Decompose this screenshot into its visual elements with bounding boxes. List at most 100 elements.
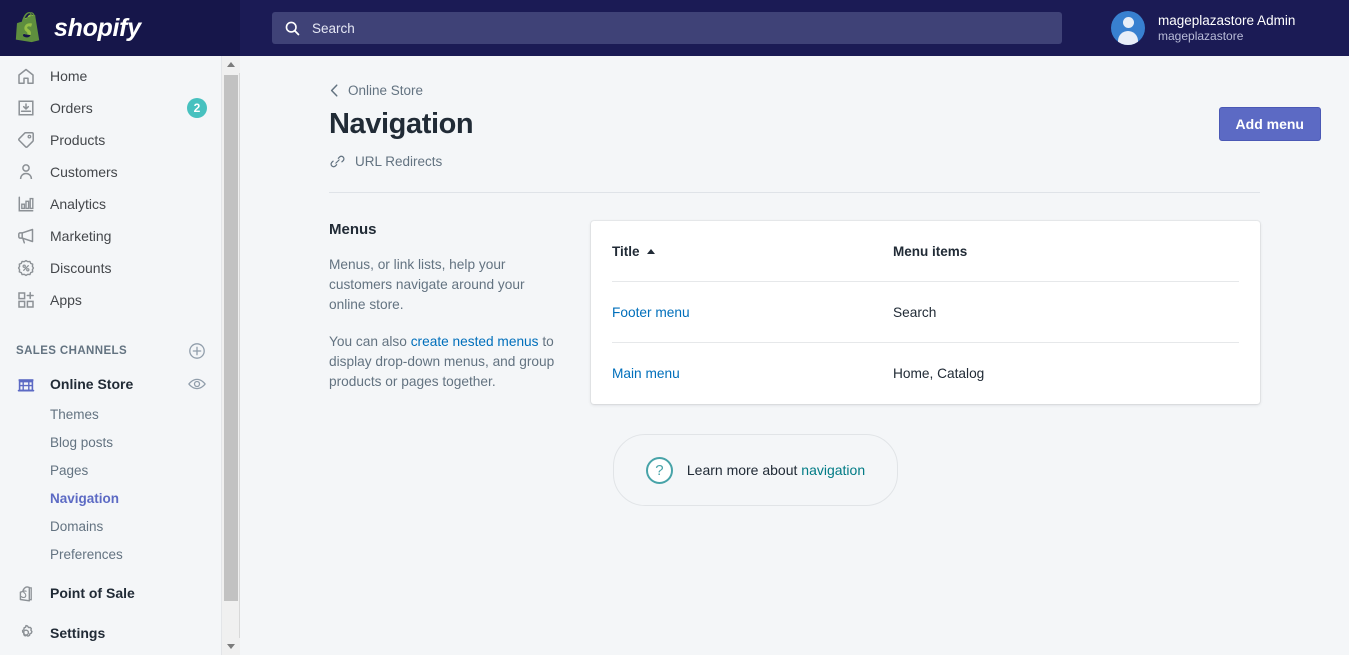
sales-channels-title: SALES CHANNELS [16, 345, 128, 357]
sidebar-sub-label: Domains [50, 518, 104, 534]
sidebar-item-label: Discounts [50, 260, 112, 276]
sidebar-item-label: Orders [50, 100, 93, 116]
sidebar-sub-label: Preferences [50, 546, 123, 562]
sidebar-sub-label: Blog posts [50, 434, 114, 450]
sidebar-item-label: Customers [50, 164, 118, 180]
breadcrumb[interactable]: Online Store [329, 83, 1329, 98]
plus-circle-icon[interactable] [187, 341, 207, 361]
menus-table-card: Title Menu items Footer menu Search Main… [591, 221, 1260, 404]
sidebar-item-label: Analytics [50, 196, 107, 212]
title-row: Navigation Add menu [329, 107, 1329, 141]
column-header-menu-items[interactable]: Menu items [893, 244, 1239, 259]
sidebar-item-pages[interactable]: Pages [0, 456, 221, 484]
eye-icon[interactable] [187, 374, 207, 394]
create-nested-menus-link[interactable]: create nested menus [411, 334, 539, 349]
column-header-title[interactable]: Title [612, 244, 893, 259]
sidebar-item-label: Marketing [50, 228, 112, 244]
table-header-row: Title Menu items [612, 221, 1239, 282]
sidebar: Home Orders 2 Products Customers Analyti… [0, 56, 222, 655]
scroll-down-arrow[interactable] [222, 638, 240, 655]
sidebar-item-discounts[interactable]: Discounts [0, 252, 221, 284]
table-row[interactable]: Main menu Home, Catalog [612, 343, 1239, 404]
chevron-left-icon [330, 84, 338, 97]
sidebar-item-analytics[interactable]: Analytics [0, 188, 221, 220]
sidebar-item-home[interactable]: Home [0, 60, 221, 92]
search-input[interactable]: Search [272, 12, 1062, 44]
scrollbar-thumb[interactable] [224, 75, 238, 601]
page-title: Navigation [329, 108, 474, 140]
user-menu[interactable]: mageplazastore Admin mageplazastore [1090, 0, 1349, 56]
sidebar-sub-label: Navigation [50, 490, 120, 506]
table-row[interactable]: Footer menu Search [612, 282, 1239, 343]
bar-chart-icon [18, 196, 34, 212]
learn-more-prefix: Learn more about [686, 462, 802, 478]
sidebar-item-apps[interactable]: Apps [0, 284, 221, 316]
sidebar-item-themes[interactable]: Themes [0, 400, 221, 428]
url-redirects-label: URL Redirects [355, 154, 443, 169]
menus-description-panel: Menus Menus, or link lists, help your cu… [329, 221, 591, 506]
home-icon [18, 68, 34, 84]
shopify-pos-icon [19, 586, 32, 602]
sidebar-item-orders[interactable]: Orders 2 [0, 92, 221, 124]
sort-ascending-caret [646, 248, 655, 254]
sidebar-item-customers[interactable]: Customers [0, 156, 221, 188]
sidebar-item-settings[interactable]: Settings [0, 617, 221, 649]
sidebar-item-navigation[interactable]: Navigation [0, 484, 221, 512]
sidebar-item-marketing[interactable]: Marketing [0, 220, 221, 252]
brand-home-link[interactable]: shopify [0, 0, 240, 56]
sidebar-item-label: Apps [50, 292, 82, 308]
add-menu-button[interactable]: Add menu [1218, 107, 1321, 141]
question-mark-circle-icon: ? [645, 456, 673, 484]
sidebar-item-label: Point of Sale [50, 585, 135, 601]
search-zone: Search [240, 0, 1090, 56]
user-avatar [1111, 11, 1145, 45]
menus-paragraph-1: Menus, or link lists, help your customer… [329, 257, 525, 312]
orders-count-badge: 2 [187, 98, 207, 118]
menu-items-cell: Search [893, 304, 937, 320]
tag-icon [18, 132, 34, 148]
gear-icon [21, 624, 33, 637]
sidebar-item-point-of-sale[interactable]: Point of Sale [0, 577, 221, 609]
breadcrumb-label: Online Store [348, 83, 424, 98]
shopify-bag-logo [15, 12, 40, 43]
learn-more-banner[interactable]: ? Learn more about navigation [612, 434, 899, 506]
person-icon [19, 164, 33, 180]
menus-table-column: Title Menu items Footer menu Search Main… [591, 221, 1260, 506]
discount-icon [17, 259, 35, 277]
sales-channels-header: SALES CHANNELS [0, 334, 221, 368]
sidebar-item-products[interactable]: Products [0, 124, 221, 156]
sidebar-scrollbar[interactable] [222, 56, 240, 655]
sidebar-sub-label: Themes [50, 406, 99, 422]
sidebar-item-label: Settings [50, 625, 106, 641]
scroll-up-arrow[interactable] [222, 56, 240, 73]
main-content: Online Store Navigation Add menu URL Red… [241, 56, 1349, 655]
column-header-title-label: Title [612, 243, 640, 259]
menus-heading: Menus [329, 221, 377, 238]
brand-wordmark: shopify [54, 13, 141, 42]
sidebar-item-preferences[interactable]: Preferences [0, 540, 221, 568]
body-grid: Menus Menus, or link lists, help your cu… [241, 193, 1349, 506]
top-bar: shopify Search mageplazastore Admin mage… [0, 0, 1349, 56]
sidebar-item-online-store[interactable]: Online Store [0, 368, 221, 400]
user-store-name: mageplazastore [1158, 28, 1244, 43]
menu-title-link[interactable]: Footer menu [612, 305, 893, 320]
link-icon [330, 155, 345, 168]
apps-plus-icon [18, 291, 34, 308]
sidebar-item-label: Home [50, 68, 88, 84]
sidebar-item-domains[interactable]: Domains [0, 512, 221, 540]
search-placeholder: Search [312, 20, 355, 36]
menus-paragraph-2-before: You can also [329, 334, 411, 349]
url-redirects-link[interactable]: URL Redirects [329, 153, 1329, 170]
column-header-menu-items-label: Menu items [893, 243, 968, 259]
user-identity: mageplazastore Admin mageplazastore [1158, 13, 1295, 44]
storefront-icon [17, 379, 35, 392]
sidebar-item-label: Products [50, 132, 106, 148]
page-header: Online Store Navigation Add menu URL Red… [241, 56, 1349, 170]
learn-more-text: Learn more about navigation [687, 462, 865, 478]
sidebar-item-blog-posts[interactable]: Blog posts [0, 428, 221, 456]
megaphone-icon [18, 228, 34, 244]
search-icon [285, 21, 300, 35]
sidebar-sub-label: Pages [50, 462, 89, 478]
menu-title-link[interactable]: Main menu [612, 366, 893, 381]
navigation-help-link[interactable]: navigation [801, 462, 865, 478]
